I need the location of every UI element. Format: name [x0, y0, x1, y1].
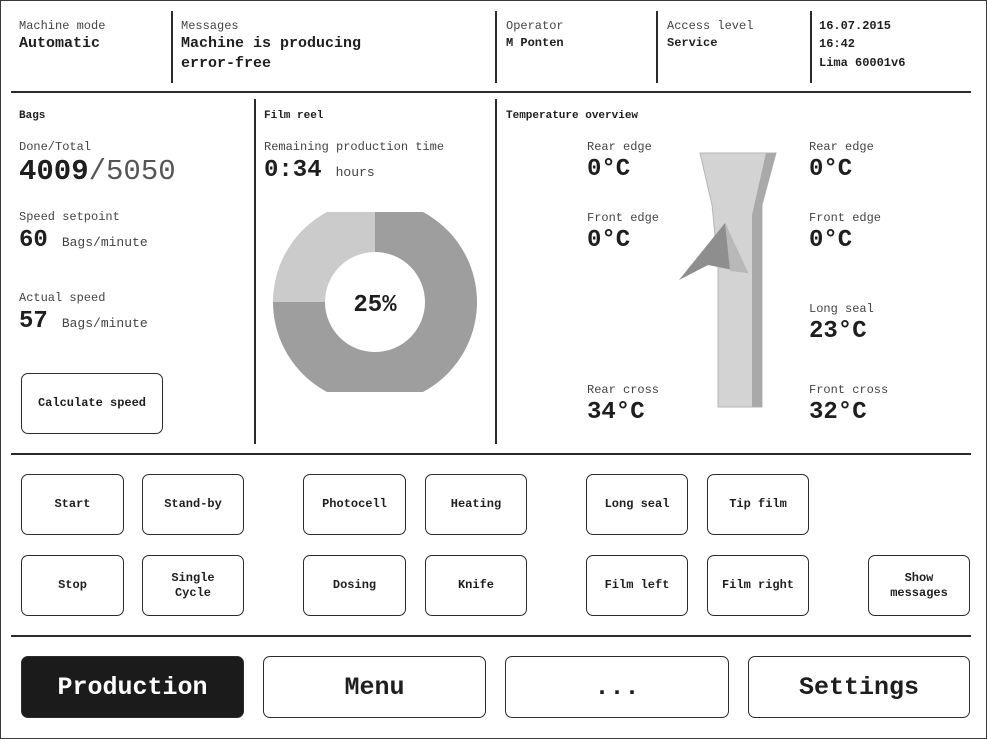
messages-value-line1: Machine is producing — [181, 35, 362, 52]
long-seal-label: Long seal — [809, 302, 874, 316]
remaining-time-readout: 0:34 hours — [264, 157, 375, 184]
screen-frame — [0, 0, 987, 739]
header-divider — [810, 11, 812, 83]
header-divider — [656, 11, 658, 83]
knife-button[interactable]: Knife — [425, 555, 527, 616]
tip-film-button[interactable]: Tip film — [707, 474, 809, 535]
header-divider — [495, 11, 497, 83]
long-seal-button[interactable]: Long seal — [586, 474, 688, 535]
film-left-button[interactable]: Film left — [586, 555, 688, 616]
messages-label: Messages — [181, 19, 239, 33]
start-button[interactable]: Start — [21, 474, 124, 535]
nav-more[interactable]: ... — [505, 656, 729, 718]
operator-label: Operator — [506, 19, 564, 33]
rear-edge-left-label: Rear edge — [587, 140, 652, 154]
machine-mode-label: Machine mode — [19, 19, 106, 33]
rear-edge-left-value: 0°C — [587, 156, 631, 183]
heating-button[interactable]: Heating — [425, 474, 527, 535]
front-cross-value: 32°C — [809, 399, 867, 426]
machine-mode-value: Automatic — [19, 35, 101, 52]
speed-setpoint-label: Speed setpoint — [19, 210, 120, 224]
front-edge-right-label: Front edge — [809, 211, 882, 225]
dosing-button[interactable]: Dosing — [303, 555, 406, 616]
panel-divider — [254, 99, 256, 444]
remaining-time-value: 0:34 — [264, 157, 322, 184]
separator — [11, 453, 971, 455]
nav-settings[interactable]: Settings — [748, 656, 970, 718]
speed-setpoint-value: 60 — [19, 227, 48, 254]
panel-divider — [495, 99, 497, 444]
machine-id: Lima 60001v6 — [819, 56, 906, 70]
bags-total: 5050 — [106, 155, 176, 188]
front-edge-left-value: 0°C — [587, 227, 631, 254]
rear-edge-right-value: 0°C — [809, 156, 853, 183]
film-reel-title: Film reel — [264, 110, 324, 122]
access-level-label: Access level — [667, 19, 754, 33]
temperature-title: Temperature overview — [506, 110, 639, 122]
operator-value: M Ponten — [506, 36, 564, 50]
nav-menu[interactable]: Menu — [263, 656, 486, 718]
nav-production[interactable]: Production — [21, 656, 244, 718]
actual-speed-readout: 57 Bags/minute — [19, 308, 148, 335]
bags-done: 4009 — [19, 155, 89, 188]
rear-edge-right-label: Rear edge — [809, 140, 874, 154]
calculate-speed-button[interactable]: Calculate speed — [21, 373, 163, 434]
actual-speed-unit: Bags/minute — [61, 316, 148, 331]
actual-speed-value: 57 — [19, 308, 48, 335]
remaining-time-label: Remaining production time — [264, 140, 445, 154]
speed-setpoint-unit: Bags/minute — [61, 235, 148, 250]
rear-cross-label: Rear cross — [587, 383, 660, 397]
done-total-value: 4009/5050 — [19, 155, 176, 188]
front-edge-right-value: 0°C — [809, 227, 853, 254]
bags-title: Bags — [19, 110, 46, 122]
date-display: 16.07.2015 — [819, 19, 892, 33]
done-total-label: Done/Total — [19, 140, 92, 154]
stand-by-button[interactable]: Stand-by — [142, 474, 244, 535]
access-level-value: Service — [667, 36, 718, 50]
separator — [11, 635, 971, 637]
film-reel-donut-chart: 25% — [273, 212, 477, 392]
front-edge-left-label: Front edge — [587, 211, 660, 225]
long-seal-value: 23°C — [809, 318, 867, 345]
single-cycle-button[interactable]: Single Cycle — [142, 555, 244, 616]
separator — [11, 91, 971, 93]
rear-cross-value: 34°C — [587, 399, 645, 426]
messages-value-line2: error-free — [181, 55, 272, 72]
forming-tube-diagram — [679, 152, 777, 408]
bags-separator: / — [88, 155, 107, 188]
remaining-time-unit: hours — [335, 165, 375, 180]
film-percent-label: 25% — [353, 292, 397, 319]
stop-button[interactable]: Stop — [21, 555, 124, 616]
actual-speed-label: Actual speed — [19, 291, 106, 305]
header-divider — [171, 11, 173, 83]
show-messages-button[interactable]: Show messages — [868, 555, 970, 616]
time-display: 16:42 — [819, 37, 856, 51]
front-cross-label: Front cross — [809, 383, 889, 397]
film-right-button[interactable]: Film right — [707, 555, 809, 616]
speed-setpoint-readout: 60 Bags/minute — [19, 227, 148, 254]
photocell-button[interactable]: Photocell — [303, 474, 406, 535]
